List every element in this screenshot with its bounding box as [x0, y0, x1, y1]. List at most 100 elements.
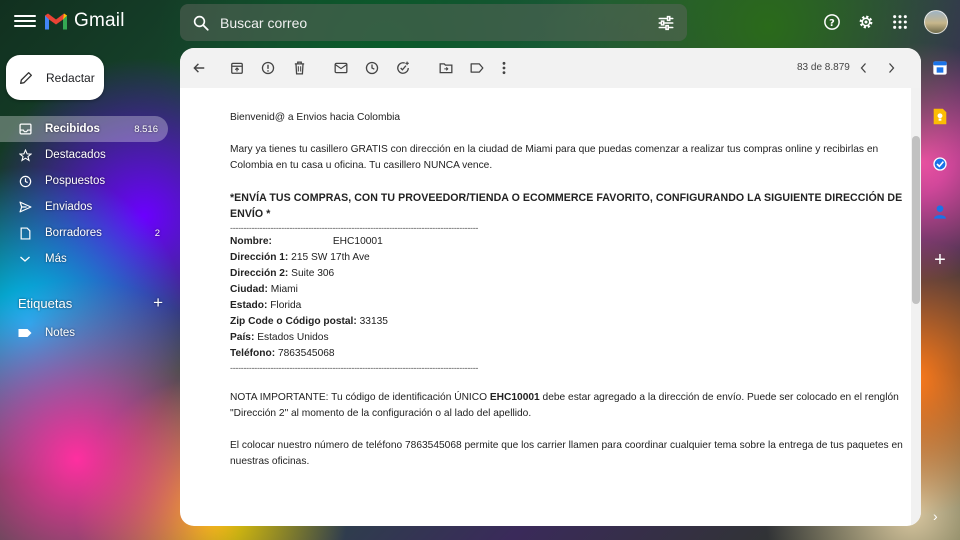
- search-input[interactable]: [220, 14, 657, 31]
- note-prefix: NOTA IMPORTANTE: Tu código de identifica…: [230, 392, 490, 403]
- greeting-text: Bienvenid@ a Envios hacia Colombia: [230, 112, 401, 123]
- main-menu-icon[interactable]: [14, 12, 36, 32]
- top-bar: Gmail ?: [0, 0, 960, 44]
- mark-unread-icon[interactable]: [332, 59, 350, 77]
- contacts-icon[interactable]: [928, 200, 952, 224]
- tasks-icon[interactable]: [928, 152, 952, 176]
- account-avatar[interactable]: [924, 10, 948, 34]
- label-icon[interactable]: [468, 59, 486, 77]
- star-icon: [18, 148, 32, 162]
- labels-title: Etiquetas: [18, 295, 73, 311]
- state-value: Florida: [270, 300, 302, 311]
- gmail-m-icon: [45, 13, 67, 29]
- address-dir1-row: Dirección 1: 215 SW 17th Ave: [230, 250, 905, 266]
- country-value: Estados Unidos: [257, 332, 329, 343]
- address-country-row: País: Estados Unidos: [230, 330, 905, 346]
- draft-icon: [18, 226, 32, 240]
- note-code: EHC10001: [489, 392, 540, 403]
- snooze-clock-icon[interactable]: [363, 59, 381, 77]
- pencil-icon: [20, 71, 32, 84]
- unread-count: 8.516: [134, 123, 158, 135]
- sidebar-item-label: Borradores: [45, 227, 102, 239]
- name-label: Nombre:: [230, 236, 272, 247]
- sidebar-item-label: Destacados: [45, 149, 106, 161]
- add-addon-plus-icon[interactable]: +: [928, 248, 952, 272]
- dir2-label: Dirección 2:: [230, 268, 289, 279]
- address-city-row: Ciudad: Miami: [230, 282, 905, 298]
- report-spam-icon[interactable]: [259, 59, 277, 77]
- settings-gear-icon[interactable]: [856, 12, 876, 32]
- address-zip-row: Zip Code o Código postal: 33135: [230, 314, 905, 330]
- dir2-value: Suite 306: [291, 268, 335, 279]
- more-options-icon[interactable]: [495, 59, 513, 77]
- headline-text: *ENVÍA TUS COMPRAS, CON TU PROVEEDOR/TIE…: [230, 192, 903, 220]
- compose-label: Redactar: [46, 70, 95, 85]
- label-tag-icon: [18, 329, 32, 337]
- sidebar-nav: Recibidos 8.516 Destacados Pospuestos En…: [0, 116, 170, 272]
- address-phone-row: Teléfono: 7863545068: [230, 346, 905, 362]
- scrollbar-thumb[interactable]: [912, 136, 920, 304]
- add-task-icon[interactable]: [394, 59, 412, 77]
- message-body: Bienvenid@ a Envios hacia Colombia Mary …: [230, 110, 905, 470]
- message-toolbar: 83 de 8.879: [180, 48, 921, 88]
- back-arrow-icon[interactable]: [190, 59, 208, 77]
- move-to-folder-icon[interactable]: [437, 59, 455, 77]
- calendar-icon[interactable]: [928, 56, 952, 80]
- unread-count: 2: [154, 227, 160, 239]
- inbox-icon: [18, 122, 32, 136]
- intro-paragraph: Mary ya tienes tu casillero GRATIS con d…: [230, 144, 879, 171]
- label-item-notes[interactable]: Notes: [18, 322, 75, 344]
- state-label: Estado:: [230, 300, 268, 311]
- newer-chevron-left-icon[interactable]: [854, 59, 872, 77]
- name-value: EHC10001: [332, 236, 383, 247]
- country-label: País:: [230, 332, 255, 343]
- older-chevron-right-icon[interactable]: [882, 59, 900, 77]
- city-label: Ciudad:: [230, 284, 268, 295]
- compose-button[interactable]: Redactar: [6, 55, 104, 100]
- zip-label: Zip Code o Código postal:: [230, 316, 357, 327]
- search-bar: [180, 4, 687, 41]
- top-right-actions: ?: [822, 10, 948, 34]
- message-scrollbar[interactable]: [911, 88, 921, 526]
- dir1-label: Dirección 1:: [230, 252, 289, 263]
- expand-side-panel-icon[interactable]: ›: [933, 508, 938, 524]
- search-options-icon[interactable]: [657, 14, 675, 32]
- divider-bottom: ----------------------------------------…: [230, 363, 479, 373]
- city-value: Miami: [270, 284, 298, 295]
- dir1-value: 215 SW 17th Ave: [291, 252, 370, 263]
- send-icon: [18, 200, 32, 214]
- sidebar-item-inbox[interactable]: Recibidos 8.516: [0, 116, 168, 142]
- sidebar-item-drafts[interactable]: Borradores 2: [0, 220, 170, 246]
- address-name-row: Nombre: EHC10001: [230, 234, 905, 250]
- clock-icon: [18, 174, 32, 188]
- svg-text:?: ?: [829, 18, 835, 29]
- sidebar-item-starred[interactable]: Destacados: [0, 142, 170, 168]
- address-state-row: Estado: Florida: [230, 298, 905, 314]
- zip-value: 33135: [359, 316, 388, 327]
- side-panel-rail: +: [928, 56, 952, 296]
- apps-grid-icon[interactable]: [890, 12, 910, 32]
- add-label-icon[interactable]: +: [153, 293, 163, 313]
- message-panel: 83 de 8.879 Bienvenid@ a Envios hacia Co…: [180, 48, 921, 526]
- help-icon[interactable]: ?: [822, 12, 842, 32]
- keep-icon[interactable]: [928, 104, 952, 128]
- important-note: NOTA IMPORTANTE: Tu código de identifica…: [230, 390, 905, 422]
- gmail-logo[interactable]: Gmail: [44, 10, 125, 32]
- chevron-down-icon: [18, 252, 32, 266]
- pager-count: 83 de 8.879: [797, 62, 850, 73]
- search-icon[interactable]: [192, 14, 210, 32]
- phone-value: 7863545068: [277, 348, 335, 359]
- sidebar-item-label: Recibidos: [45, 123, 100, 135]
- labels-header: Etiquetas +: [18, 293, 163, 313]
- sidebar-item-more[interactable]: Más: [0, 246, 170, 272]
- sidebar-item-snoozed[interactable]: Pospuestos: [0, 168, 170, 194]
- phone-label: Teléfono:: [230, 348, 276, 359]
- phone-note: El colocar nuestro número de teléfono 78…: [230, 440, 903, 467]
- sidebar-item-sent[interactable]: Enviados: [0, 194, 170, 220]
- trash-icon[interactable]: [290, 59, 308, 77]
- sidebar-item-label: Enviados: [45, 201, 93, 213]
- divider-top: ----------------------------------------…: [230, 223, 479, 233]
- address-dir2-row: Dirección 2: Suite 306: [230, 266, 905, 282]
- archive-icon[interactable]: [228, 59, 246, 77]
- sidebar-item-label: Más: [45, 253, 67, 265]
